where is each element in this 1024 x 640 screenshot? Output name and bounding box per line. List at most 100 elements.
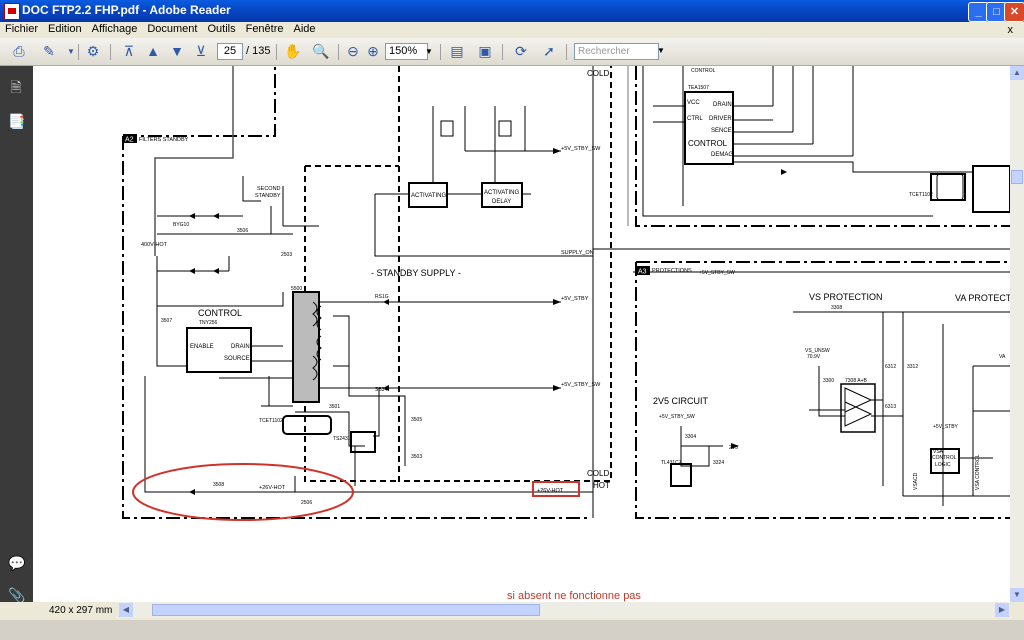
page-number-input[interactable]: 25: [217, 43, 243, 60]
hand-tool-icon[interactable]: ✋: [284, 43, 302, 60]
supply-on-label: SUPPLY_ON: [561, 250, 594, 256]
bottom-strip: [0, 620, 1024, 640]
standby-supply-label: - STANDBY SUPPLY -: [371, 268, 461, 278]
a3-section-title: PROTECTIONS: [652, 268, 692, 274]
menu-fenetre[interactable]: Fenêtre: [241, 22, 289, 35]
vcc-label: VCC: [687, 100, 700, 106]
r3308-label: 3308: [831, 305, 842, 311]
scroll-left-icon[interactable]: ◀: [119, 603, 133, 617]
a2-section-title: FILTERS STANDBY: [139, 137, 189, 143]
fit-width-icon[interactable]: ▤: [448, 43, 466, 60]
zoom-out-icon[interactable]: ⊖: [344, 43, 362, 60]
separator: [276, 44, 277, 60]
print-icon[interactable]: ⎙: [10, 43, 28, 60]
separator: [440, 44, 441, 60]
zoom-level-field[interactable]: 150%: [385, 43, 428, 60]
second-standby-1: SECOND: [257, 186, 281, 192]
first-page-icon[interactable]: ⊼: [120, 43, 138, 60]
vsa-control-3: LOGIC: [935, 462, 951, 468]
separator: [566, 44, 567, 60]
control-label-right: CONTROL: [688, 139, 728, 148]
ctrl-label: CTRL: [687, 116, 703, 122]
menu-outils[interactable]: Outils: [202, 22, 240, 35]
stby-sw-label: +5V_STBY_SW: [561, 146, 601, 152]
separator: [110, 44, 111, 60]
activating-delay-box-1: ACTIVATING: [484, 190, 519, 196]
hot-26v-boxed: +26V-HOT: [537, 488, 564, 494]
r3507-label: 3507: [161, 318, 172, 324]
export-icon[interactable]: ➚: [540, 43, 558, 60]
cold-label-top: COLD: [587, 69, 609, 78]
previous-page-icon[interactable]: ▲: [144, 43, 162, 60]
close-button[interactable]: ✕: [1004, 2, 1024, 22]
a2-section-label: A2: [125, 137, 134, 144]
circuit-2v5-label: 2V5 CIRCUIT: [653, 396, 709, 406]
d6313-label: 6313: [885, 404, 896, 410]
close-document-button[interactable]: x: [1003, 23, 1019, 36]
vertical-scrollbar[interactable]: ▲ ▼: [1010, 66, 1024, 602]
hot-26v-label: +26V-HOT: [259, 485, 286, 491]
d6312-label: 6312: [885, 364, 896, 370]
hot-400v-label: 400V-HOT: [141, 242, 168, 248]
scroll-right-icon[interactable]: ▶: [995, 603, 1009, 617]
horizontal-scrollbar[interactable]: ◀ ▶: [118, 602, 1010, 618]
source-label: SOURCE: [224, 356, 250, 362]
c2503-label: 2503: [281, 252, 292, 258]
va-label: VA: [999, 354, 1006, 360]
part-tny-label: TNY256: [199, 320, 218, 326]
pages-panel-icon[interactable]: 🗎: [8, 78, 24, 96]
part-tcet-left: TCET1102: [259, 418, 283, 424]
r3506-label: 3506: [237, 228, 248, 234]
demag-label: DEMAG: [711, 152, 733, 158]
zoom-in-icon[interactable]: ⊕: [364, 43, 382, 60]
separator: [78, 44, 79, 60]
title-bar: DOC FTP2.2 FHP.pdf - Adobe Reader _ □ ✕: [0, 0, 1024, 22]
cold-label-bottom: COLD: [587, 469, 609, 478]
menu-document[interactable]: Document: [142, 22, 202, 35]
diode-rs1g: RS1G: [375, 294, 389, 300]
page-size-label: 420 x 297 mm: [49, 605, 113, 616]
fit-page-icon[interactable]: ▣: [476, 43, 494, 60]
menu-aide[interactable]: Aide: [289, 22, 321, 35]
drain-label-left: DRAIN: [231, 344, 250, 350]
window-title: DOC FTP2.2 FHP.pdf - Adobe Reader: [22, 3, 231, 17]
stby-label-1: +5V_STBY: [561, 296, 589, 302]
collaborate-icon[interactable]: ✎: [40, 43, 58, 60]
separator: [502, 44, 503, 60]
c2506-label: 2506: [301, 500, 312, 506]
comments-panel-icon[interactable]: 💬: [8, 554, 25, 572]
part-tcet-right: TCET1102: [909, 192, 933, 198]
drain-label-right: DRAIN: [713, 102, 732, 108]
document-view[interactable]: A2 FILTERS STANDBY A3 PROTECTIONS COLD C…: [33, 66, 1010, 602]
r3304-label: 3304: [685, 434, 696, 440]
enable-label: ENABLE: [190, 344, 214, 350]
horizontal-scroll-thumb[interactable]: [152, 604, 540, 616]
hot-label: HOT: [593, 481, 610, 490]
navigation-panel: 🗎 📑 💬 📎: [0, 66, 33, 603]
vs-protection-label: VS PROTECTION: [809, 292, 883, 302]
vsa-control-vertical: VSA CONTROL: [975, 454, 981, 490]
r3505-label: 3505: [411, 417, 422, 423]
scroll-down-icon[interactable]: ▼: [1010, 588, 1024, 602]
scroll-up-icon[interactable]: ▲: [1010, 66, 1024, 80]
sign-icon[interactable]: ⚙: [84, 43, 102, 60]
last-page-icon[interactable]: ⊻: [192, 43, 210, 60]
t5500-label: 5500: [291, 286, 302, 292]
sence-label: SENCE: [711, 128, 732, 134]
r3501-label: 3501: [329, 404, 340, 410]
schematic-page: A2 FILTERS STANDBY A3 PROTECTIONS COLD C…: [122, 66, 1010, 521]
vertical-scroll-thumb[interactable]: [1011, 170, 1023, 184]
zoom-tool-icon[interactable]: 🔍: [312, 43, 330, 60]
search-input[interactable]: Rechercher: [574, 43, 659, 60]
search-dropdown-icon[interactable]: ▼: [657, 43, 665, 58]
driver-label: DRIVER: [709, 116, 732, 122]
menu-fichier[interactable]: Fichier: [0, 22, 43, 35]
next-page-icon[interactable]: ▼: [168, 43, 186, 60]
vsacd-vertical: VSACD: [913, 472, 919, 490]
bookmarks-panel-icon[interactable]: 📑: [8, 112, 25, 130]
menu-edition[interactable]: Edition: [43, 22, 87, 35]
rotate-icon[interactable]: ⟳: [512, 43, 530, 60]
menu-affichage[interactable]: Affichage: [87, 22, 143, 35]
zoom-dropdown-icon[interactable]: ▼: [424, 43, 434, 60]
r3312-label: 3312: [907, 364, 918, 370]
